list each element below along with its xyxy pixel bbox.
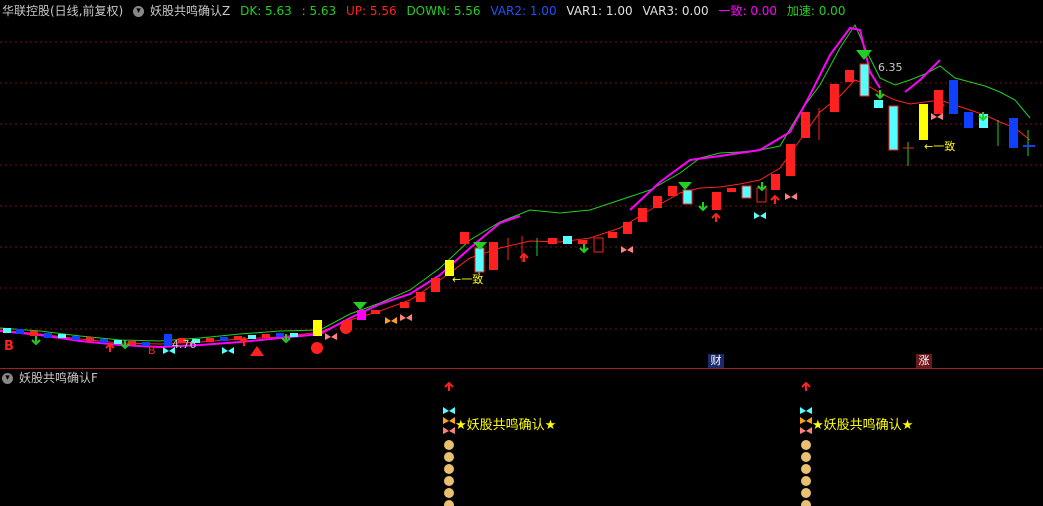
- signal-text-1: ★妖股共鸣确认★: [455, 417, 556, 433]
- up-value: UP: 5.56: [346, 4, 397, 18]
- signal-column-2: [800, 381, 812, 506]
- main-header: 华联控股(日线,前复权) ▾ 妖股共鸣确认Z DK: 5.63 : 5.63 UP…: [0, 0, 851, 22]
- main-chart-pane[interactable]: B B 4.76 6.35 ←一致 ←一致 财 涨 华联控股(日线,前复权) ▾…: [0, 0, 1043, 368]
- b-marker-2: B: [148, 344, 156, 357]
- dk2-value: : 5.63: [301, 4, 337, 18]
- sub-chart-svg: ★妖股共鸣确认★ ★妖股共鸣确认★: [443, 381, 913, 506]
- yizhi-value: 一致: 0.00: [718, 4, 778, 18]
- consensus-label-1: ←一致: [452, 272, 483, 286]
- rising-candles: [313, 63, 1035, 336]
- cai-tag[interactable]: 财: [708, 354, 724, 368]
- magenta-line-3: [904, 59, 941, 93]
- low-price-label: 4.76: [172, 338, 197, 351]
- signal-text-2: ★妖股共鸣确认★: [812, 417, 913, 433]
- magenta-line-2: [629, 26, 881, 211]
- var2-value: VAR2: 1.00: [490, 4, 557, 18]
- consensus-label-2: ←一致: [924, 139, 955, 153]
- b-marker-1: B: [4, 339, 14, 354]
- grid-lines: [0, 41, 1043, 330]
- stock-name[interactable]: 华联控股(日线,前复权): [2, 4, 123, 18]
- upper-band-line: [0, 23, 1031, 342]
- magenta-line: [0, 215, 521, 349]
- dk-line: [0, 79, 1031, 345]
- jiasu-value: 加速: 0.00: [786, 4, 846, 18]
- signal-column-1: [443, 381, 455, 506]
- red-circle-badge-2: [340, 322, 352, 334]
- butterfly-icons: [163, 113, 943, 354]
- var3-value: VAR3: 0.00: [642, 4, 709, 18]
- zhang-tag[interactable]: 涨: [916, 354, 932, 368]
- chevron-down-icon[interactable]: ▾: [133, 6, 145, 17]
- signal-arrows: [31, 50, 988, 356]
- var1-value: VAR1: 1.00: [566, 4, 633, 18]
- sub-chart-pane[interactable]: ▾ 妖股共鸣确认F ★妖股共鸣确认★ ★妖股共鸣确认★: [0, 369, 1043, 506]
- down-value: DOWN: 5.56: [406, 4, 481, 18]
- high-price-label: 6.35: [878, 61, 903, 74]
- dk-value: DK: 5.63: [240, 4, 292, 18]
- red-circle-badge: [311, 342, 323, 354]
- indicator-name[interactable]: 妖股共鸣确认Z: [150, 4, 230, 18]
- main-chart-svg[interactable]: B B 4.76 6.35 ←一致 ←一致: [0, 0, 1043, 368]
